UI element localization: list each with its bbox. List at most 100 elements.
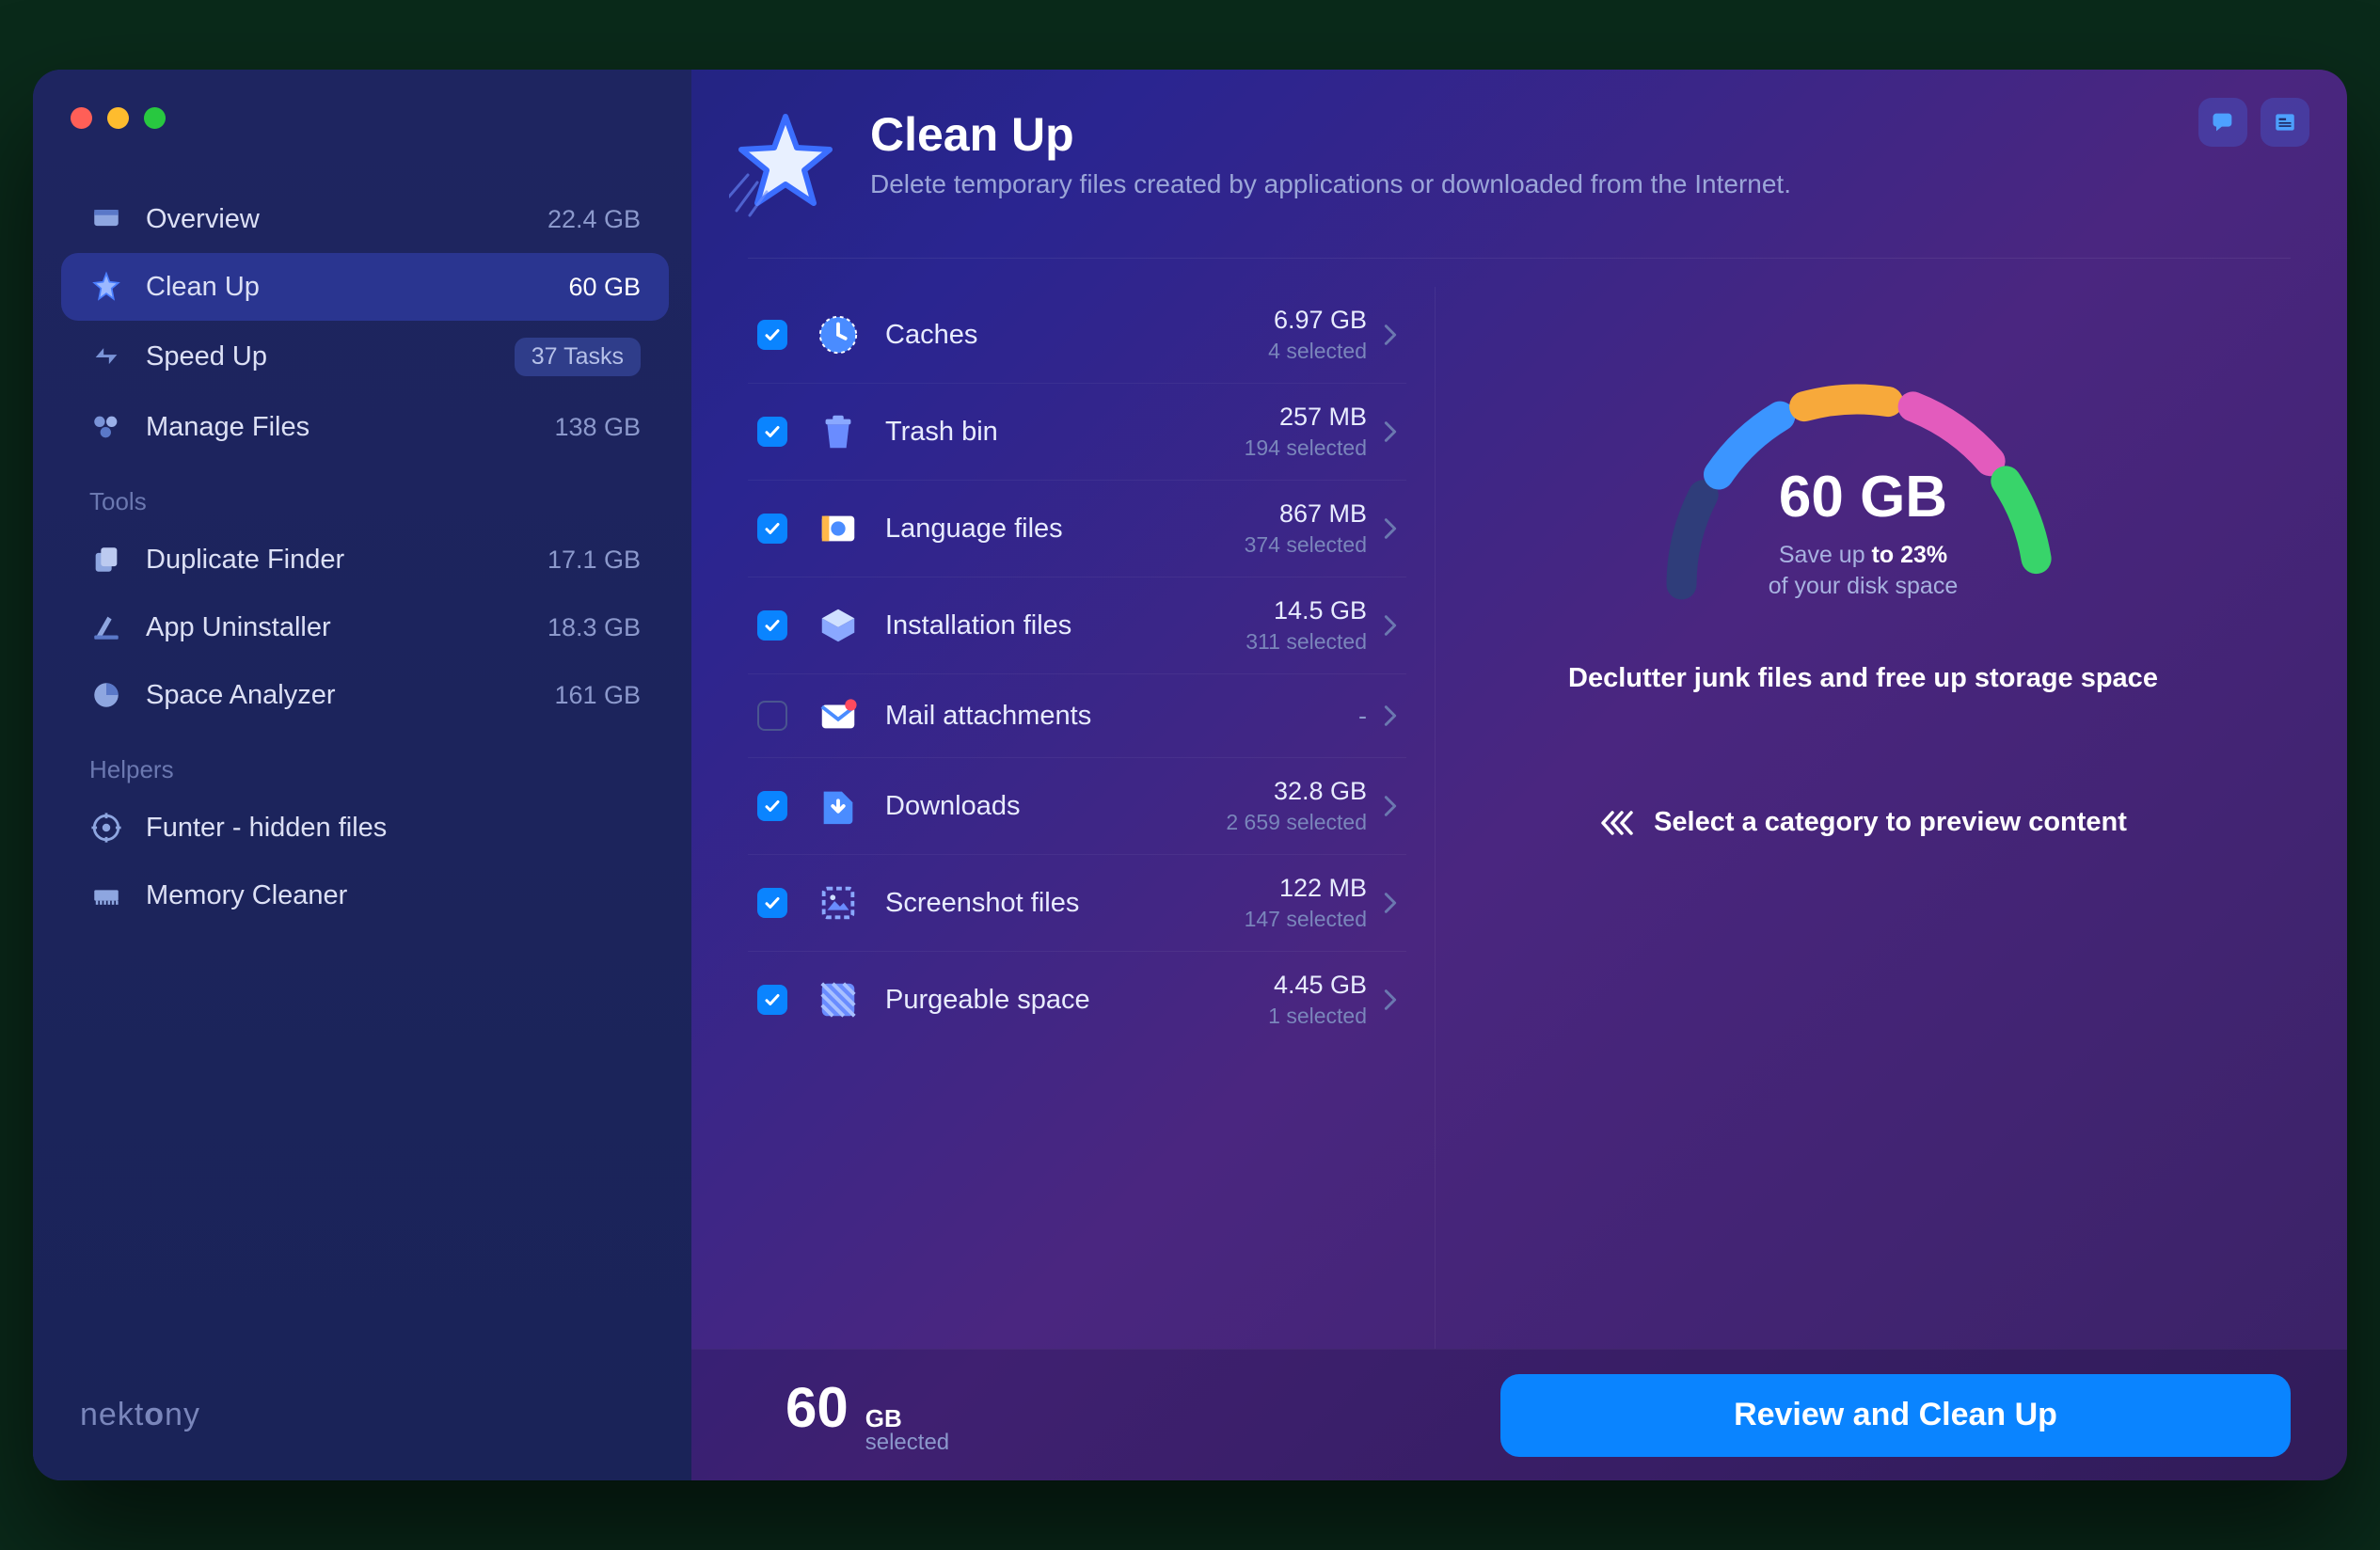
sidebar-item-clean-up[interactable]: Clean Up60 GB — [61, 253, 669, 321]
category-selected-count: 374 selected — [1245, 532, 1367, 558]
sidebar-item-speed-up[interactable]: Speed Up37 Tasks — [61, 321, 669, 393]
sidebar-item-label: Memory Cleaner — [146, 880, 641, 911]
feedback-button[interactable] — [2198, 98, 2247, 147]
sidebar-item-label: Funter - hidden files — [146, 813, 641, 844]
category-selected-count: 194 selected — [1245, 435, 1367, 461]
footer-bar: 60 GB selected Review and Clean Up — [691, 1349, 2347, 1480]
analyzer-icon — [89, 678, 123, 712]
category-checkbox[interactable] — [757, 701, 787, 731]
chevron-right-icon — [1384, 324, 1397, 346]
sidebar-section-helpers: Helpers — [61, 729, 669, 794]
category-row-purgeable-space[interactable]: Purgeable space4.45 GB1 selected — [748, 952, 1406, 1048]
category-selected-count: 311 selected — [1246, 629, 1367, 655]
category-name: Downloads — [885, 791, 1226, 822]
top-actions — [2198, 98, 2309, 147]
category-size: 122 MB — [1245, 874, 1367, 903]
funter-icon — [89, 811, 123, 845]
sidebar-item-overview[interactable]: Overview22.4 GB — [61, 185, 669, 253]
footer-total: 60 GB selected — [748, 1375, 949, 1456]
sidebar-section-tools: Tools — [61, 461, 669, 526]
category-name: Mail attachments — [885, 701, 1358, 732]
category-selected-count: 147 selected — [1245, 907, 1367, 932]
sidebar-item-value: 60 GB — [568, 273, 641, 302]
category-row-mail-attachments[interactable]: Mail attachments- — [748, 674, 1406, 758]
sidebar-item-memory-cleaner[interactable]: Memory Cleaner — [61, 862, 669, 929]
sidebar-item-label: Overview — [146, 204, 547, 235]
chevron-right-icon — [1384, 989, 1397, 1011]
speedup-icon — [89, 340, 123, 374]
category-checkbox[interactable] — [757, 791, 787, 821]
sidebar-item-label: Duplicate Finder — [146, 545, 547, 576]
news-button[interactable] — [2261, 98, 2309, 147]
minimize-window-button[interactable] — [107, 107, 129, 129]
brand-logo: nektony — [61, 1397, 669, 1452]
sidebar-item-app-uninstaller[interactable]: App Uninstaller18.3 GB — [61, 593, 669, 661]
category-size: 867 MB — [1245, 499, 1367, 529]
main-panel: Clean Up Delete temporary files created … — [691, 70, 2347, 1480]
footer-total-sub: selected — [865, 1430, 949, 1456]
review-cleanup-button[interactable]: Review and Clean Up — [1500, 1374, 2291, 1457]
sidebar-item-value: 22.4 GB — [547, 205, 641, 234]
mail-icon — [816, 693, 861, 738]
chevron-right-icon — [1384, 704, 1397, 727]
gauge-line1: Save up to 23% — [1600, 542, 2127, 569]
gauge-line2: of your disk space — [1600, 573, 2127, 600]
category-checkbox[interactable] — [757, 320, 787, 350]
category-selected-count: 1 selected — [1268, 1004, 1367, 1029]
sidebar-item-badge: 37 Tasks — [515, 338, 641, 376]
sidebar-item-duplicate-finder[interactable]: Duplicate Finder17.1 GB — [61, 526, 669, 593]
category-row-screenshot-files[interactable]: Screenshot files122 MB 147 selected — [748, 855, 1406, 952]
chevron-right-icon — [1384, 892, 1397, 914]
language-icon — [816, 506, 861, 551]
category-row-language-files[interactable]: Language files867 MB 374 selected — [748, 481, 1406, 577]
chevron-right-icon — [1384, 614, 1397, 637]
category-size: 257 MB — [1245, 403, 1367, 432]
category-size: 32.8 GB — [1226, 777, 1367, 806]
storage-gauge: 60 GB Save up to 23% of your disk space — [1600, 343, 2127, 625]
category-name: Purgeable space — [885, 985, 1268, 1016]
overview-icon — [89, 202, 123, 236]
category-row-installation-files[interactable]: Installation files14.5 GB311 selected — [748, 577, 1406, 674]
app-window: Overview22.4 GBClean Up60 GBSpeed Up37 T… — [33, 70, 2347, 1480]
gauge-value: 60 GB — [1600, 464, 2127, 530]
sidebar-item-space-analyzer[interactable]: Space Analyzer161 GB — [61, 661, 669, 729]
category-checkbox[interactable] — [757, 514, 787, 544]
summary-panel: 60 GB Save up to 23% of your disk space … — [1435, 287, 2291, 1349]
sidebar-item-label: Space Analyzer — [146, 680, 554, 711]
fullscreen-window-button[interactable] — [144, 107, 166, 129]
sidebar-item-label: Speed Up — [146, 341, 515, 372]
category-row-caches[interactable]: Caches6.97 GB4 selected — [748, 287, 1406, 384]
sidebar-item-label: App Uninstaller — [146, 612, 547, 643]
duplicate-icon — [89, 543, 123, 577]
sidebar-item-label: Clean Up — [146, 272, 568, 303]
page-subtitle: Delete temporary files created by applic… — [870, 169, 1791, 199]
sidebar-item-label: Manage Files — [146, 412, 554, 443]
downloads-icon — [816, 783, 861, 829]
gauge-tagline: Declutter junk files and free up storage… — [1568, 663, 2158, 694]
category-checkbox[interactable] — [757, 417, 787, 447]
trash-icon — [816, 409, 861, 454]
category-name: Trash bin — [885, 417, 1245, 448]
sidebar-item-funter-hidden-files[interactable]: Funter - hidden files — [61, 794, 669, 862]
page-header: Clean Up Delete temporary files created … — [691, 70, 2347, 239]
category-name: Screenshot files — [885, 888, 1245, 919]
category-checkbox[interactable] — [757, 888, 787, 918]
close-window-button[interactable] — [71, 107, 92, 129]
category-selected-count: 4 selected — [1268, 339, 1367, 364]
sidebar-item-value: 17.1 GB — [547, 546, 641, 575]
category-checkbox[interactable] — [757, 610, 787, 641]
uninstaller-icon — [89, 610, 123, 644]
caches-icon — [816, 312, 861, 357]
chevron-right-icon — [1384, 795, 1397, 817]
sidebar-item-value: 161 GB — [554, 681, 641, 710]
sidebar-item-value: 18.3 GB — [547, 613, 641, 642]
category-checkbox[interactable] — [757, 985, 787, 1015]
sidebar-item-manage-files[interactable]: Manage Files138 GB — [61, 393, 669, 461]
footer-total-number: 60 — [785, 1375, 849, 1440]
category-name: Language files — [885, 514, 1245, 545]
category-selected-count: 2 659 selected — [1226, 810, 1367, 835]
cleanup-hero-icon — [729, 107, 842, 220]
category-size: 14.5 GB — [1246, 596, 1367, 625]
category-row-trash-bin[interactable]: Trash bin257 MB 194 selected — [748, 384, 1406, 481]
category-row-downloads[interactable]: Downloads32.8 GB 2 659 selected — [748, 758, 1406, 855]
